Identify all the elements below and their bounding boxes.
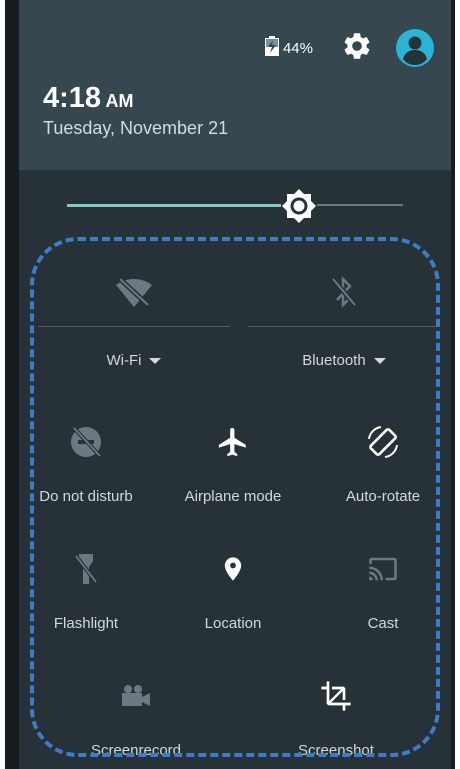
gear-icon: [341, 30, 373, 67]
bluetooth-label: Bluetooth: [302, 352, 366, 369]
tile-wifi[interactable]: Wi-Fi: [53, 272, 215, 369]
tile-location[interactable]: Location: [168, 549, 298, 632]
screen-edge: [451, 0, 455, 769]
brightness-track-rest: [317, 204, 403, 206]
tile-label: Do not disturb: [39, 488, 133, 505]
clock[interactable]: 4:18 AM: [43, 82, 134, 115]
airplane-icon: [213, 422, 253, 462]
clock-ampm: AM: [105, 91, 134, 111]
status-row: 44%: [264, 28, 435, 68]
brightness-slider[interactable]: [67, 186, 403, 226]
brightness-track-filled: [67, 204, 281, 207]
tile-airplane-mode[interactable]: Airplane mode: [168, 422, 298, 505]
divider: [38, 326, 230, 327]
settings-button[interactable]: [337, 28, 377, 68]
bluetooth-off-icon: [324, 272, 364, 312]
divider: [248, 326, 440, 327]
clock-time: 4:18: [43, 82, 102, 114]
tile-label: Location: [204, 615, 262, 632]
chevron-down-icon: [373, 358, 386, 365]
brightness-thumb[interactable]: [281, 188, 317, 224]
tile-label: Cast: [367, 615, 399, 632]
tile-label: Screenshot: [298, 742, 374, 759]
tile-screenrecord[interactable]: Screenrecord: [71, 676, 201, 759]
tile-label: Auto-rotate: [345, 488, 421, 505]
do-not-disturb-icon: [66, 422, 106, 462]
video-camera-icon: [116, 676, 156, 716]
tile-cast[interactable]: Cast: [318, 549, 448, 632]
chevron-down-icon: [149, 358, 162, 365]
location-pin-icon: [213, 549, 253, 589]
tile-label: Airplane mode: [184, 488, 282, 505]
auto-rotate-icon: [363, 422, 403, 462]
flashlight-off-icon: [66, 549, 106, 589]
tile-auto-rotate[interactable]: Auto-rotate: [318, 422, 448, 505]
quick-settings-panel: 44% 4:18 AM Tuesday, November 21 Wi-Fi B…: [5, 0, 455, 769]
date-label[interactable]: Tuesday, November 21: [43, 118, 228, 139]
tile-do-not-disturb[interactable]: Do not disturb: [21, 422, 151, 505]
tile-screenshot[interactable]: Screenshot: [271, 676, 401, 759]
tile-flashlight[interactable]: Flashlight: [21, 549, 151, 632]
tile-label: Screenrecord: [90, 742, 182, 759]
tile-label: Flashlight: [53, 615, 119, 632]
tile-label[interactable]: Wi-Fi: [107, 352, 162, 369]
screen-edge: [5, 0, 19, 769]
battery-indicator: 44%: [264, 35, 313, 61]
wifi-label: Wi-Fi: [106, 352, 142, 369]
battery-percent: 44%: [282, 39, 313, 57]
user-avatar-button[interactable]: [395, 28, 435, 68]
account-circle-icon: [395, 29, 435, 72]
tile-label[interactable]: Bluetooth: [302, 352, 386, 369]
tile-bluetooth[interactable]: Bluetooth: [263, 272, 425, 369]
brightness-icon: [281, 189, 317, 228]
crop-icon: [316, 676, 356, 716]
cast-icon: [363, 549, 403, 589]
battery-charging-icon: [264, 35, 279, 61]
wifi-off-icon: [114, 272, 154, 312]
quick-settings-header: 44% 4:18 AM Tuesday, November 21: [19, 0, 451, 170]
